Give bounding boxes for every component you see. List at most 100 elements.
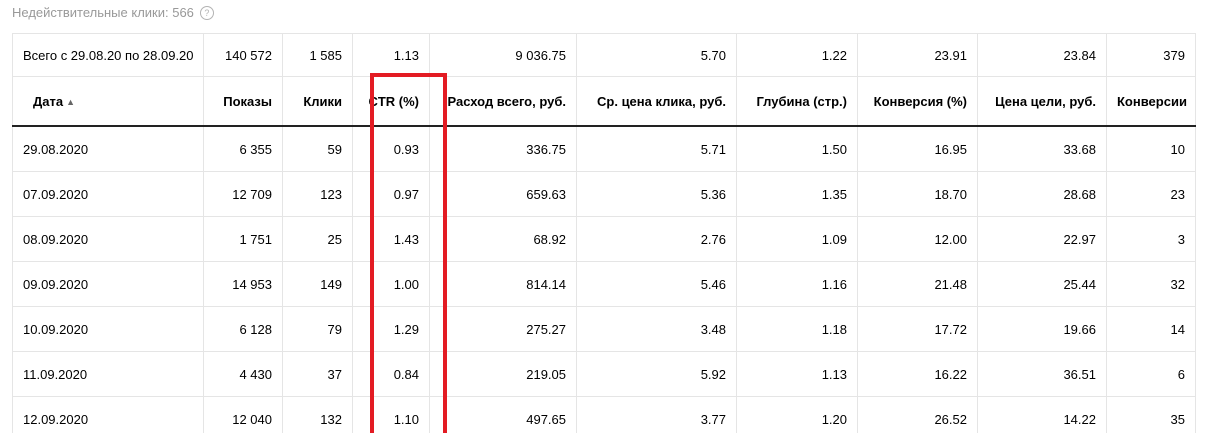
totals-clicks: 1 585	[282, 33, 353, 77]
totals-goal-cost: 23.84	[977, 33, 1107, 77]
cell-conversion: 21.48	[857, 261, 978, 307]
cell-goal-cost: 25.44	[977, 261, 1107, 307]
totals-shows: 140 572	[203, 33, 283, 77]
cell-clicks: 149	[282, 261, 353, 307]
cell-depth: 1.20	[736, 396, 858, 433]
cell-shows: 6 128	[203, 306, 283, 352]
totals-conversions: 379	[1106, 33, 1196, 77]
cell-spend: 336.75	[429, 126, 577, 172]
cell-avg-cpc: 5.71	[576, 126, 737, 172]
header-depth[interactable]: Глубина (стр.)	[736, 76, 858, 127]
cell-depth: 1.50	[736, 126, 858, 172]
cell-conversion: 16.95	[857, 126, 978, 172]
totals-conversion: 23.91	[857, 33, 978, 77]
cell-conversion: 18.70	[857, 171, 978, 217]
cell-goal-cost: 19.66	[977, 306, 1107, 352]
table-row: 08.09.2020 1 751 25 1.43 68.92 2.76 1.09 12.00 2…	[12, 216, 1196, 262]
totals-period: Всего с 29.08.20 по 28.09.20	[12, 33, 204, 77]
statistics-table: Всего с 29.08.20 по 28.09.20 140 572 1 5…	[12, 33, 1196, 433]
cell-ctr: 1.29	[352, 306, 430, 352]
cell-shows: 1 751	[203, 216, 283, 262]
table-row: 10.09.2020 6 128 79 1.29 275.27 3.48 1.18 17.72…	[12, 306, 1196, 352]
cell-spend: 814.14	[429, 261, 577, 307]
cell-goal-cost: 33.68	[977, 126, 1107, 172]
cell-conversions: 32	[1106, 261, 1196, 307]
cell-avg-cpc: 3.48	[576, 306, 737, 352]
cell-depth: 1.18	[736, 306, 858, 352]
cell-clicks: 25	[282, 216, 353, 262]
cell-ctr: 0.97	[352, 171, 430, 217]
cell-spend: 497.65	[429, 396, 577, 433]
cell-date: 10.09.2020	[12, 306, 204, 352]
totals-avg-cpc: 5.70	[576, 33, 737, 77]
cell-clicks: 132	[282, 396, 353, 433]
header-date-label: Дата	[33, 93, 64, 109]
cell-date: 29.08.2020	[12, 126, 204, 172]
header-spend[interactable]: Расход всего, руб.	[429, 76, 577, 127]
cell-shows: 12 040	[203, 396, 283, 433]
totals-spend: 9 036.75	[429, 33, 577, 77]
cell-conversions: 3	[1106, 216, 1196, 262]
cell-shows: 6 355	[203, 126, 283, 172]
cell-conversion: 17.72	[857, 306, 978, 352]
statistics-page: Недействительные клики: 566 ? Всего с 29…	[0, 0, 1230, 433]
table-row: 09.09.2020 14 953 149 1.00 814.14 5.46 1.16 21.…	[12, 261, 1196, 307]
cell-conversions: 35	[1106, 396, 1196, 433]
header-avg-cpc[interactable]: Ср. цена клика, руб.	[576, 76, 737, 127]
cell-ctr: 1.10	[352, 396, 430, 433]
cell-ctr: 0.93	[352, 126, 430, 172]
cell-goal-cost: 14.22	[977, 396, 1107, 433]
cell-avg-cpc: 5.46	[576, 261, 737, 307]
totals-row: Всего с 29.08.20 по 28.09.20 140 572 1 5…	[12, 33, 1196, 77]
cell-ctr: 1.00	[352, 261, 430, 307]
cell-shows: 14 953	[203, 261, 283, 307]
header-conversions[interactable]: Конверсии	[1106, 76, 1196, 127]
header-conversion[interactable]: Конверсия (%)	[857, 76, 978, 127]
cell-avg-cpc: 5.92	[576, 351, 737, 397]
table-header-row: Дата ▲ Показы Клики CTR (%) Расход всего,…	[12, 76, 1196, 127]
cell-date: 12.09.2020	[12, 396, 204, 433]
question-circle-icon[interactable]: ?	[199, 5, 214, 20]
cell-spend: 659.63	[429, 171, 577, 217]
totals-ctr: 1.13	[352, 33, 430, 77]
cell-spend: 219.05	[429, 351, 577, 397]
cell-conversion: 16.22	[857, 351, 978, 397]
cell-depth: 1.16	[736, 261, 858, 307]
cell-date: 11.09.2020	[12, 351, 204, 397]
cell-conversions: 23	[1106, 171, 1196, 217]
cell-date: 09.09.2020	[12, 261, 204, 307]
cell-goal-cost: 36.51	[977, 351, 1107, 397]
cell-clicks: 37	[282, 351, 353, 397]
cell-clicks: 59	[282, 126, 353, 172]
cell-shows: 4 430	[203, 351, 283, 397]
invalid-clicks-label: Недействительные клики: 566	[12, 5, 194, 20]
invalid-clicks-info: Недействительные клики: 566 ?	[12, 5, 214, 20]
table-body: 29.08.2020 6 355 59 0.93 336.75 5.71 1.50 16.95…	[12, 126, 1196, 433]
header-goal-cost[interactable]: Цена цели, руб.	[977, 76, 1107, 127]
cell-depth: 1.35	[736, 171, 858, 217]
table-row: 11.09.2020 4 430 37 0.84 219.05 5.92 1.13 16.22…	[12, 351, 1196, 397]
cell-date: 08.09.2020	[12, 216, 204, 262]
table-row: 12.09.2020 12 040 132 1.10 497.65 3.77 1.20 26.…	[12, 396, 1196, 433]
cell-conversion: 26.52	[857, 396, 978, 433]
cell-avg-cpc: 3.77	[576, 396, 737, 433]
cell-ctr: 1.43	[352, 216, 430, 262]
cell-conversions: 6	[1106, 351, 1196, 397]
table-row: 07.09.2020 12 709 123 0.97 659.63 5.36 1.35 18.…	[12, 171, 1196, 217]
cell-spend: 68.92	[429, 216, 577, 262]
cell-depth: 1.09	[736, 216, 858, 262]
cell-depth: 1.13	[736, 351, 858, 397]
cell-goal-cost: 28.68	[977, 171, 1107, 217]
header-date[interactable]: Дата ▲	[12, 76, 204, 127]
cell-shows: 12 709	[203, 171, 283, 217]
header-ctr[interactable]: CTR (%)	[352, 76, 430, 127]
cell-conversions: 14	[1106, 306, 1196, 352]
table-row: 29.08.2020 6 355 59 0.93 336.75 5.71 1.50 16.95…	[12, 126, 1196, 172]
header-shows[interactable]: Показы	[203, 76, 283, 127]
cell-date: 07.09.2020	[12, 171, 204, 217]
header-clicks[interactable]: Клики	[282, 76, 353, 127]
cell-ctr: 0.84	[352, 351, 430, 397]
sort-ascending-icon: ▲	[66, 96, 76, 107]
cell-avg-cpc: 2.76	[576, 216, 737, 262]
cell-conversion: 12.00	[857, 216, 978, 262]
